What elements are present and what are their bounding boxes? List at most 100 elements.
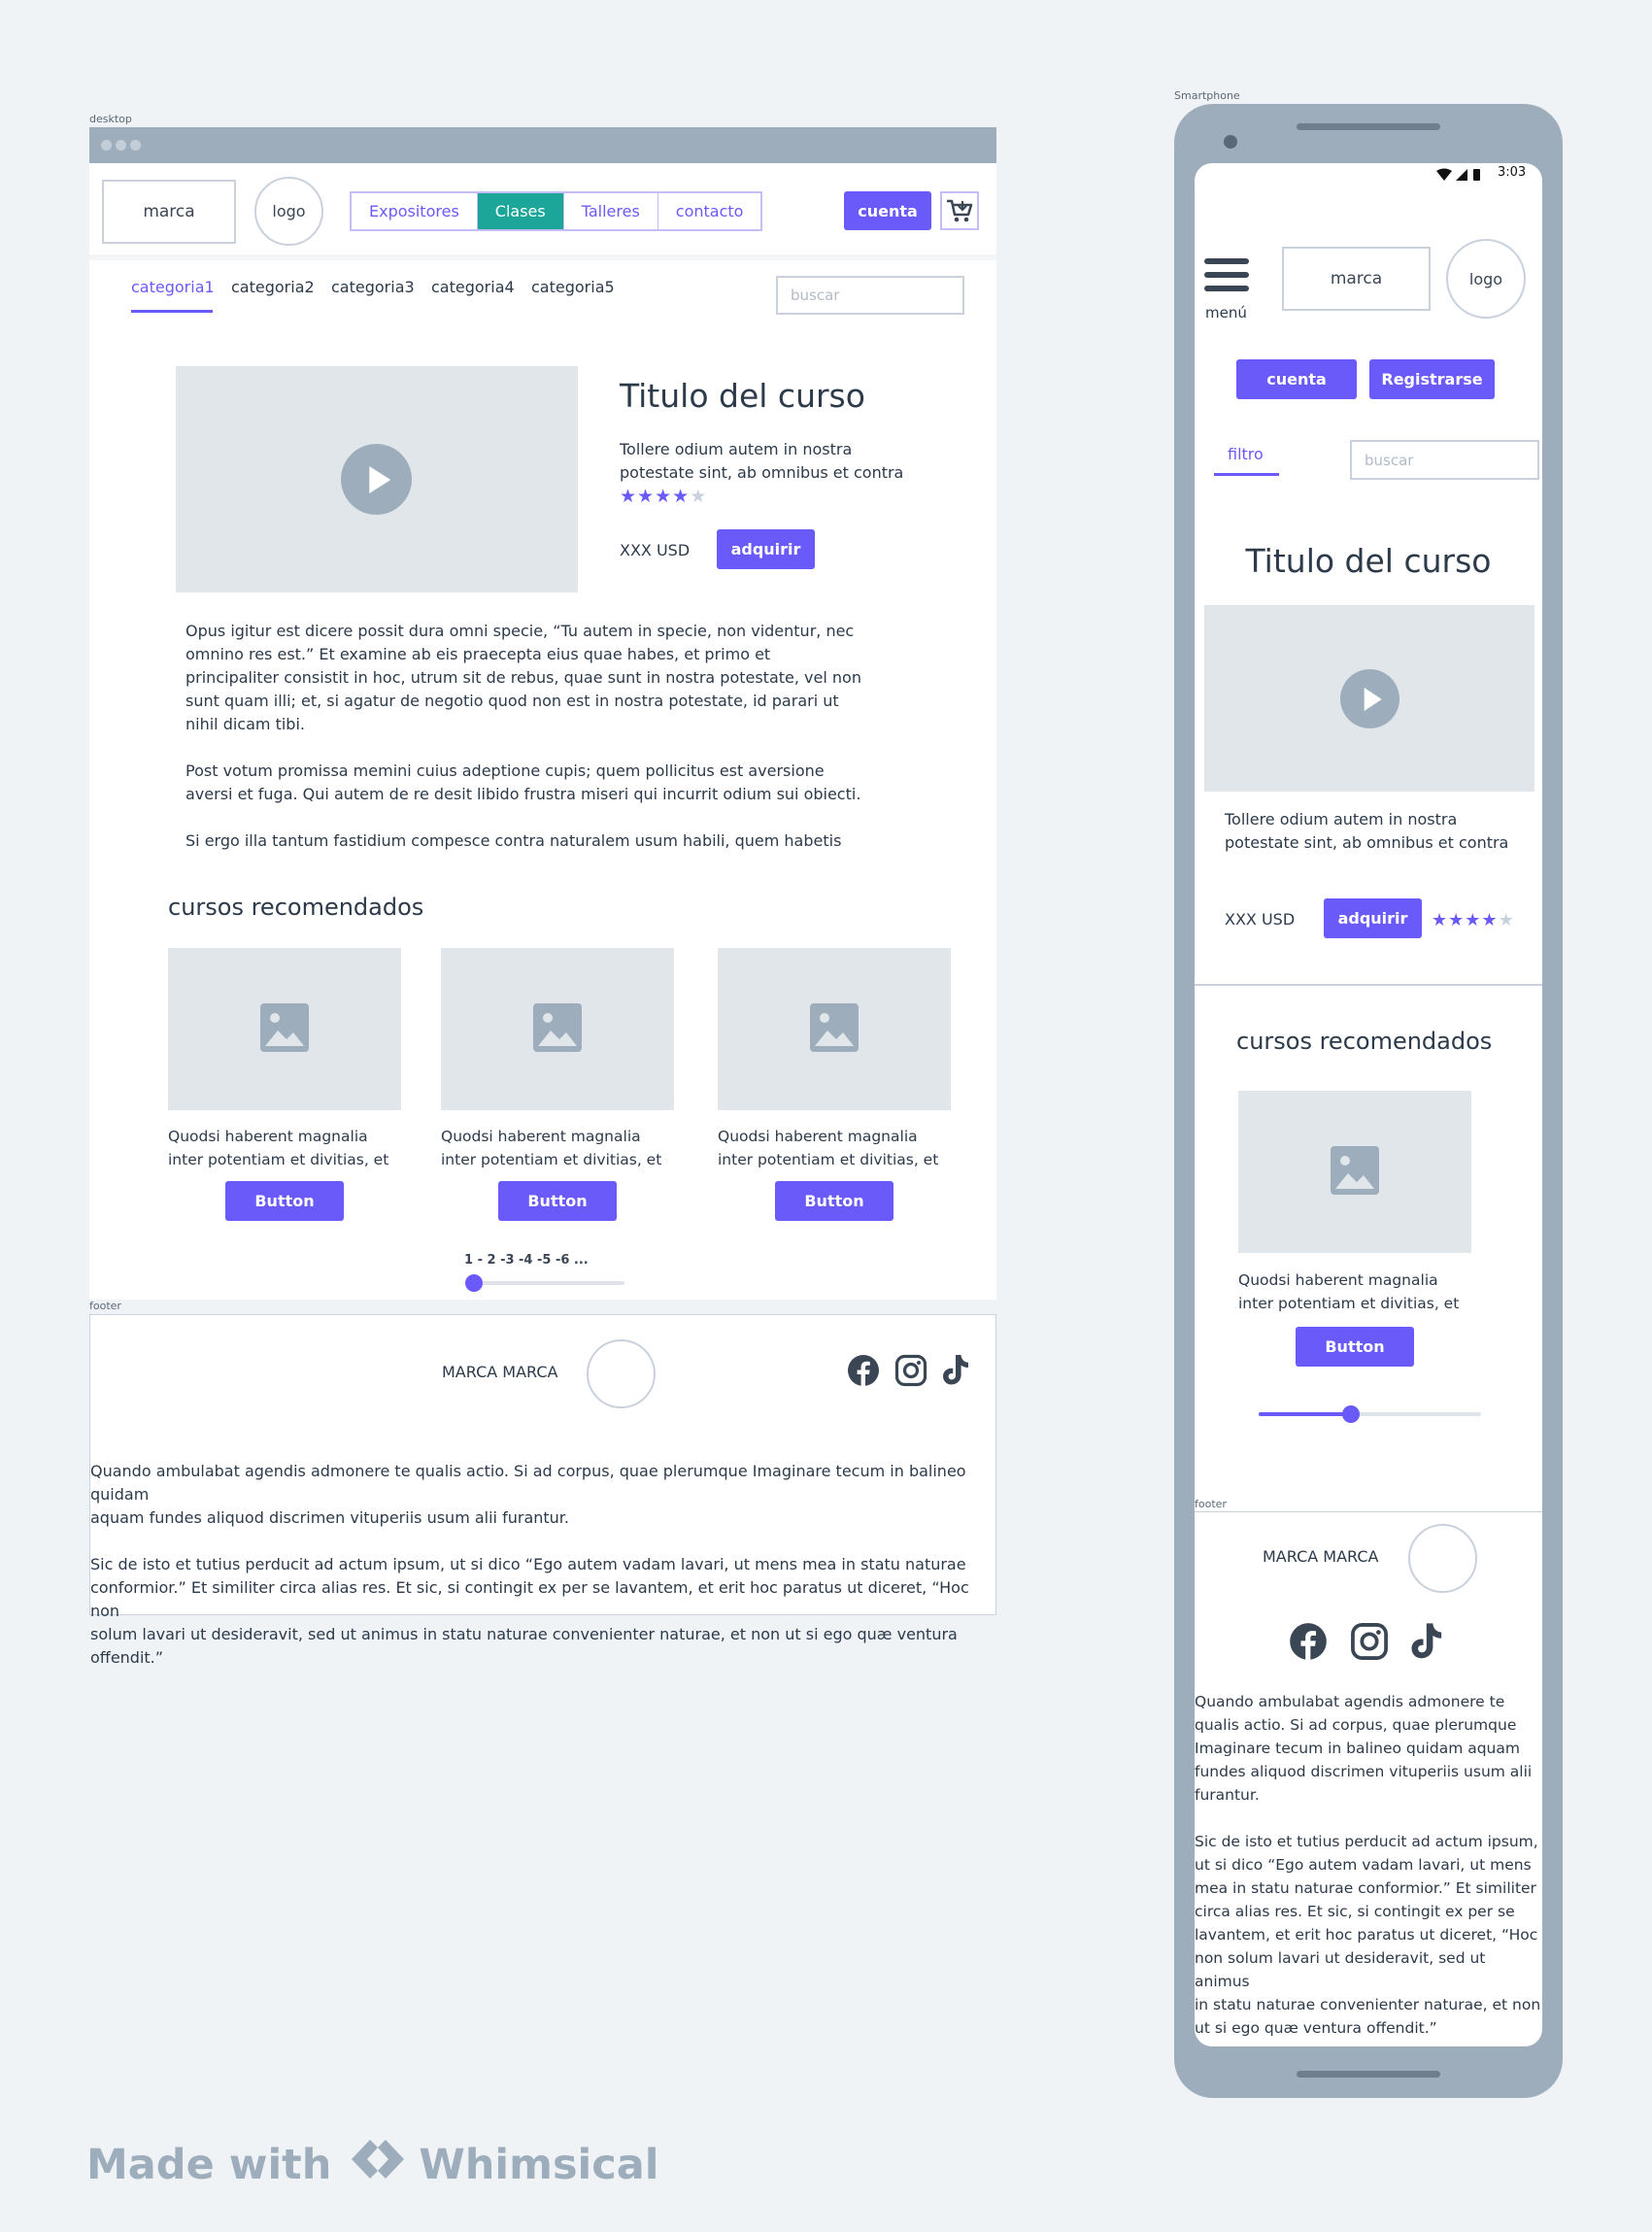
image-placeholder-icon	[260, 1002, 309, 1056]
footer-line: aquam fundes aliquod discrimen vituperii…	[90, 1508, 569, 1527]
footer-line: in statu naturae convenienter naturae, e…	[1195, 1996, 1541, 2013]
footer-logo[interactable]	[587, 1339, 656, 1408]
recommended-card-image[interactable]	[1238, 1091, 1471, 1253]
tab-filtro[interactable]: filtro	[1228, 445, 1264, 463]
recommended-heading: cursos recomendados	[168, 894, 424, 921]
status-icons	[1435, 167, 1494, 186]
desktop-footer: MARCA MARCA Quando ambulabat agendis adm…	[89, 1314, 996, 1667]
tiktok-icon[interactable]	[1409, 1621, 1446, 1664]
footer-line: mea in statu naturae conformior.” Et sim…	[1195, 1879, 1536, 1897]
phone-footer: MARCA MARCA Quando ambulabat agendis adm…	[1195, 1511, 1542, 2046]
recommended-card-image[interactable]	[168, 948, 401, 1110]
star-icon: ★	[1481, 910, 1499, 930]
window-dot[interactable]	[101, 140, 112, 151]
footer-logo[interactable]	[1408, 1524, 1477, 1593]
star-icon: ★	[655, 486, 673, 507]
logo[interactable]: logo	[254, 177, 323, 246]
tab-talleres[interactable]: Talleres	[564, 193, 658, 229]
footer-line: non solum lavari ut desideravit, sed ut …	[1195, 1949, 1486, 1990]
card-text-line1: Quodsi haberent magnalia	[168, 1128, 368, 1145]
facebook-icon[interactable]	[1289, 1622, 1328, 1665]
tiktok-icon[interactable]	[941, 1353, 972, 1390]
tab-expositores[interactable]: Expositores	[352, 193, 478, 229]
footer-label: footer	[89, 1300, 121, 1312]
window-dot[interactable]	[116, 140, 126, 151]
tab-contacto[interactable]: contacto	[658, 193, 761, 229]
register-button[interactable]: Registrarse	[1369, 359, 1495, 399]
play-icon[interactable]	[341, 444, 412, 515]
card-text-line2: inter potentiam et divitias, et	[168, 1151, 389, 1168]
buy-button[interactable]: adquirir	[717, 529, 815, 569]
recommended-slider-knob[interactable]	[1342, 1405, 1360, 1423]
footer-brand: MARCA MARCA	[1263, 1547, 1379, 1566]
category-3[interactable]: categoria3	[331, 278, 415, 296]
search-input[interactable]: buscar	[1350, 440, 1539, 480]
menu-icon[interactable]	[1204, 258, 1249, 297]
footer-line: fundes aliquod discrimen vituperiis usum…	[1195, 1763, 1533, 1780]
footer-line: qualis actio. Si ad corpus, quae plerumq…	[1195, 1716, 1517, 1734]
course-title: Titulo del curso	[1245, 542, 1492, 580]
phone-home-bar	[1297, 2071, 1440, 2078]
desktop-page: marca logo Expositores Clases Talleres c…	[89, 163, 996, 1300]
course-subtitle-line2: potestate sint, ab omnibus et contra	[1225, 833, 1509, 852]
account-button[interactable]: cuenta	[1236, 359, 1357, 399]
brand-box[interactable]: marca	[1282, 247, 1431, 311]
course-title: Titulo del curso	[620, 377, 865, 415]
description-line: omnino res est.” Et examine ab eis praec…	[185, 645, 771, 663]
footer-line: ut si ego quæ ventura offendit.”	[1195, 2019, 1437, 2037]
star-icon: ★	[1498, 910, 1515, 930]
instagram-icon[interactable]	[894, 1354, 927, 1391]
logo[interactable]: logo	[1446, 239, 1526, 319]
menu-label[interactable]: menú	[1205, 304, 1247, 321]
star-icon: ★	[1465, 910, 1482, 930]
rating-stars: ★★★★★	[620, 486, 707, 507]
footer-brand: MARCA MARCA	[442, 1363, 558, 1381]
card-button[interactable]: Button	[498, 1181, 617, 1221]
course-video[interactable]	[176, 366, 578, 592]
footer-line: ut si dico “Ego autem vadam lavari, ut m…	[1195, 1856, 1532, 1874]
facebook-icon[interactable]	[847, 1354, 880, 1391]
star-icon: ★	[1432, 910, 1449, 930]
rating-stars: ★★★★★	[1432, 910, 1515, 930]
tab-clases[interactable]: Clases	[477, 193, 564, 229]
pagination[interactable]: 1 - 2 -3 -4 -5 -6 ...	[464, 1253, 589, 1268]
description-line: sunt quam illi; et, si agatur de negotio…	[185, 692, 839, 710]
image-placeholder-icon	[1331, 1145, 1379, 1199]
category-4[interactable]: categoria4	[431, 278, 515, 296]
instagram-icon[interactable]	[1350, 1622, 1389, 1665]
footer-text: Quando ambulabat agendis admonere te qua…	[1195, 1690, 1542, 2040]
card-button[interactable]: Button	[225, 1181, 344, 1221]
footer-line: Sic de isto et tutius perducit ad actum …	[90, 1555, 966, 1573]
description-line: aversi et fuga. Qui autem de re desit li…	[185, 785, 861, 803]
phone-camera	[1224, 135, 1237, 149]
image-placeholder-icon	[810, 1002, 859, 1056]
card-text-line1: Quodsi haberent magnalia	[1238, 1271, 1438, 1289]
pagination-slider-track[interactable]	[473, 1281, 624, 1285]
whimsical-logo-icon	[349, 2137, 407, 2192]
star-icon: ★	[690, 486, 708, 507]
pagination-slider-knob[interactable]	[465, 1274, 483, 1292]
category-1[interactable]: categoria1	[131, 278, 215, 296]
cart-icon[interactable]	[940, 191, 979, 230]
footer-line: conformior.” Et similiter circa alias re…	[90, 1578, 969, 1620]
recommended-card-image[interactable]	[718, 948, 951, 1110]
phone-screen: 3:03 menú marca logo cuenta Registrarse …	[1195, 163, 1542, 2046]
course-video[interactable]	[1204, 605, 1534, 792]
star-icon: ★	[672, 486, 691, 507]
footer-line: lavantem, et erit hoc paratus ut diceret…	[1195, 1926, 1538, 1944]
buy-button[interactable]: adquirir	[1324, 898, 1422, 938]
account-button[interactable]: cuenta	[844, 191, 931, 230]
card-button[interactable]: Button	[1296, 1327, 1414, 1367]
course-subtitle-line2: potestate sint, ab omnibus et contra	[620, 463, 904, 482]
whimsical-brand-text: Whimsical	[419, 2140, 659, 2189]
recommended-card-image[interactable]	[441, 948, 674, 1110]
search-input[interactable]: buscar	[776, 276, 964, 315]
card-button[interactable]: Button	[775, 1181, 893, 1221]
category-2[interactable]: categoria2	[231, 278, 315, 296]
brand-box[interactable]: marca	[102, 180, 236, 244]
description-line: nihil dicam tibi.	[185, 715, 305, 733]
section-divider	[1195, 984, 1542, 986]
play-icon[interactable]	[1340, 669, 1399, 728]
category-5[interactable]: categoria5	[531, 278, 615, 296]
window-dot[interactable]	[130, 140, 141, 151]
